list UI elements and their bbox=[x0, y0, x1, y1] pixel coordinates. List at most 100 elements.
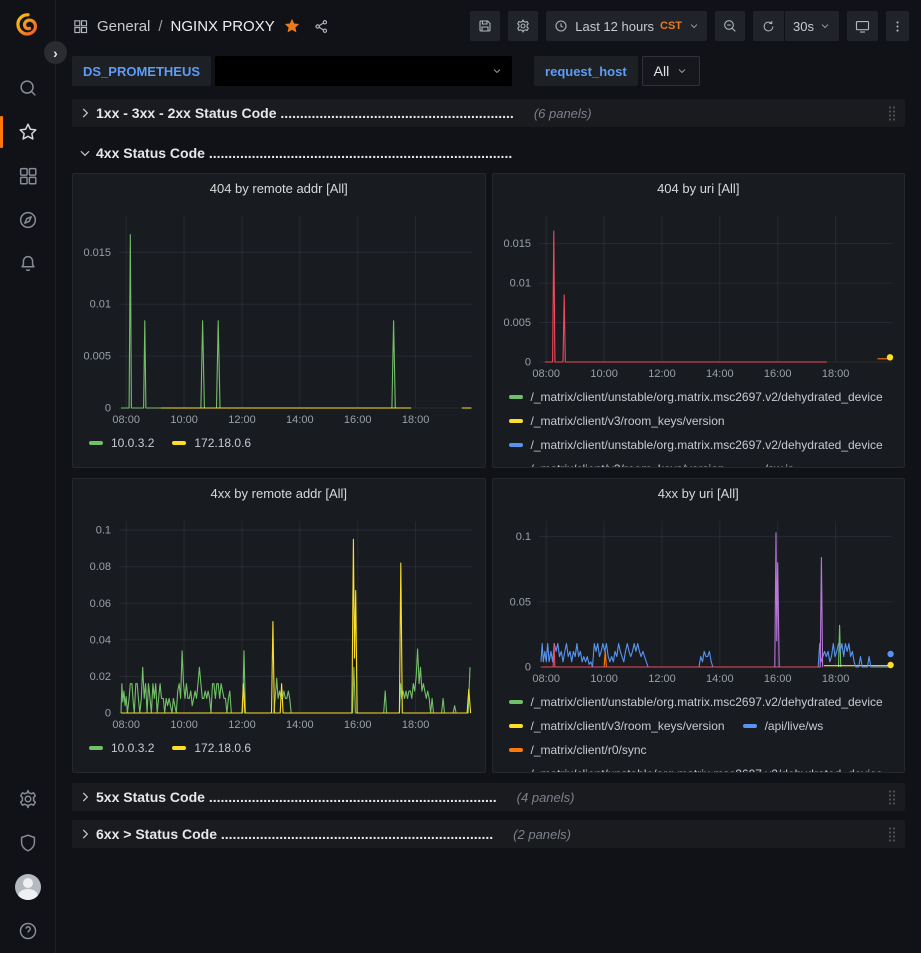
legend-item[interactable]: /_matrix/client/unstable/org.matrix.msc2… bbox=[509, 690, 883, 714]
sidebar-spacer bbox=[0, 286, 55, 777]
timeseries-chart[interactable]: 00.0050.010.01508:0010:0012:0014:0016:00… bbox=[499, 204, 900, 382]
panel-title[interactable]: 404 by uri [All] bbox=[499, 174, 899, 204]
legend-item[interactable]: /_matrix/client/v3/room_keys/version bbox=[509, 409, 725, 433]
variable-request-host-select[interactable]: All bbox=[642, 56, 701, 86]
legend-series-label: 172.18.0.6 bbox=[194, 431, 251, 455]
refresh-interval-select[interactable]: 30s bbox=[785, 11, 839, 41]
svg-text:12:00: 12:00 bbox=[228, 719, 256, 731]
favorite-star-icon[interactable] bbox=[283, 17, 301, 35]
sidebar-item-help[interactable] bbox=[0, 909, 55, 953]
panel-4xx-by-uri: 4xx by uri [All] 00.050.108:0010:0012:00… bbox=[492, 478, 906, 773]
sidebar-expand-button[interactable]: › bbox=[44, 41, 67, 64]
legend-series-label: /sw.js bbox=[765, 457, 794, 467]
legend-item[interactable]: /sw.js bbox=[743, 457, 794, 467]
panel-title[interactable]: 404 by remote addr [All] bbox=[79, 174, 479, 204]
refresh-interval-label: 30s bbox=[793, 19, 814, 34]
dashboard-title[interactable]: NGINX PROXY bbox=[171, 18, 275, 35]
toolbar-actions: Last 12 hours CST bbox=[470, 11, 909, 41]
row-drag-handle[interactable] bbox=[887, 105, 899, 121]
svg-text:0.005: 0.005 bbox=[503, 317, 531, 329]
legend-item[interactable]: /_matrix/client/unstable/org.matrix.msc2… bbox=[509, 385, 883, 409]
sidebar-item-configuration[interactable] bbox=[0, 777, 55, 821]
legend-item[interactable]: 172.18.0.6 bbox=[172, 431, 251, 455]
row-drag-handle[interactable] bbox=[887, 789, 899, 805]
svg-text:0: 0 bbox=[105, 708, 111, 720]
svg-text:0.02: 0.02 bbox=[90, 671, 111, 683]
legend-item[interactable]: /_matrix/client/unstable/org.matrix.msc2… bbox=[509, 762, 883, 772]
help-icon bbox=[17, 920, 39, 942]
variable-ds-prometheus-label[interactable]: DS_PROMETHEUS bbox=[72, 56, 211, 86]
legend-color-swatch bbox=[89, 746, 103, 750]
svg-text:0.015: 0.015 bbox=[503, 238, 531, 250]
legend-item[interactable]: 172.18.0.6 bbox=[172, 736, 251, 760]
legend-series-label: 10.0.3.2 bbox=[111, 431, 154, 455]
kebab-menu-button[interactable] bbox=[886, 11, 909, 41]
dashboard-row-1xx-3xx-2xx[interactable]: 1xx - 3xx - 2xx Status Code ............… bbox=[72, 99, 905, 127]
legend-item[interactable]: 10.0.3.2 bbox=[89, 736, 154, 760]
share-icon[interactable] bbox=[313, 18, 330, 35]
svg-text:16:00: 16:00 bbox=[763, 673, 791, 685]
chevron-right-icon bbox=[78, 827, 92, 841]
legend-item[interactable]: 10.0.3.2 bbox=[89, 431, 154, 455]
bell-icon bbox=[17, 253, 39, 275]
chevron-down-icon bbox=[676, 65, 688, 77]
row-drag-handle[interactable] bbox=[887, 826, 899, 842]
legend-item[interactable]: /_matrix/client/v3/room_keys/version bbox=[509, 714, 725, 738]
save-dashboard-button[interactable] bbox=[470, 11, 500, 41]
sidebar-item-starred[interactable] bbox=[0, 110, 55, 154]
svg-text:10:00: 10:00 bbox=[590, 673, 618, 685]
chevron-right-icon bbox=[78, 790, 92, 804]
svg-text:10:00: 10:00 bbox=[170, 719, 198, 731]
dashboards-grid-icon bbox=[17, 165, 39, 187]
dashboard-row-5xx[interactable]: 5xx Status Code ........................… bbox=[72, 783, 905, 811]
timeseries-chart[interactable]: 00.020.040.060.080.108:0010:0012:0014:00… bbox=[79, 509, 480, 733]
legend-series-label: /api/live/ws bbox=[765, 714, 824, 738]
refresh-button[interactable] bbox=[753, 11, 784, 41]
legend-item[interactable]: /_matrix/client/r0/sync bbox=[509, 738, 647, 762]
legend-color-swatch bbox=[509, 395, 523, 399]
dashboard-row-4xx[interactable]: 4xx Status Code ........................… bbox=[72, 141, 905, 165]
row-panel-count: (6 panels) bbox=[534, 106, 592, 121]
variable-ds-prometheus-select[interactable] bbox=[215, 56, 512, 86]
row-title-dots: ........................................… bbox=[280, 105, 513, 121]
panel-title[interactable]: 4xx by uri [All] bbox=[499, 479, 899, 509]
dashboard-settings-button[interactable] bbox=[508, 11, 538, 41]
top-bar: General / NGINX PROXY bbox=[56, 0, 921, 52]
legend-series-label: /_matrix/client/unstable/org.matrix.msc2… bbox=[531, 690, 883, 714]
breadcrumb-folder[interactable]: General bbox=[97, 18, 150, 35]
legend-item[interactable]: /_matrix/client/v3/room_keys/version bbox=[509, 457, 725, 467]
row-title-dots: ........................................… bbox=[221, 826, 493, 842]
legend-series-label: /_matrix/client/r0/sync bbox=[531, 738, 647, 762]
sidebar-item-dashboards[interactable] bbox=[0, 154, 55, 198]
panel-404-by-uri: 404 by uri [All] 00.0050.010.01508:0010:… bbox=[492, 173, 906, 468]
chevron-down-icon bbox=[491, 65, 503, 77]
legend-series-label: /_matrix/client/v3/room_keys/version bbox=[531, 457, 725, 467]
sidebar-item-profile[interactable] bbox=[0, 865, 55, 909]
legend-item[interactable]: /api/live/ws bbox=[743, 714, 824, 738]
sidebar-item-server-admin[interactable] bbox=[0, 821, 55, 865]
sidebar-item-alerting[interactable] bbox=[0, 242, 55, 286]
zoom-out-button[interactable] bbox=[715, 11, 745, 41]
variable-request-host-label[interactable]: request_host bbox=[534, 56, 638, 86]
legend-item[interactable]: /_matrix/client/unstable/org.matrix.msc2… bbox=[509, 433, 883, 457]
panel-title[interactable]: 4xx by remote addr [All] bbox=[79, 479, 479, 509]
timeseries-chart[interactable]: 00.050.108:0010:0012:0014:0016:0018:00 bbox=[499, 509, 900, 687]
svg-text:08:00: 08:00 bbox=[532, 368, 560, 380]
tv-mode-button[interactable] bbox=[847, 11, 878, 41]
svg-text:0: 0 bbox=[524, 662, 530, 674]
grafana-logo-icon bbox=[13, 11, 43, 41]
timeseries-chart[interactable]: 00.0050.010.01508:0010:0012:0014:0016:00… bbox=[79, 204, 480, 428]
svg-text:08:00: 08:00 bbox=[112, 414, 140, 426]
svg-text:10:00: 10:00 bbox=[590, 368, 618, 380]
refresh-icon bbox=[761, 19, 776, 34]
legend-color-swatch bbox=[172, 441, 186, 445]
zoom-out-icon bbox=[722, 18, 738, 34]
sidebar-item-explore[interactable] bbox=[0, 198, 55, 242]
breadcrumb: General / NGINX PROXY bbox=[72, 17, 330, 35]
svg-text:12:00: 12:00 bbox=[648, 673, 676, 685]
legend-series-label: 10.0.3.2 bbox=[111, 736, 154, 760]
save-icon bbox=[477, 18, 493, 34]
sidebar-item-search[interactable] bbox=[0, 66, 55, 110]
time-range-picker[interactable]: Last 12 hours CST bbox=[546, 11, 707, 41]
dashboard-row-6xx[interactable]: 6xx > Status Code ......................… bbox=[72, 820, 905, 848]
